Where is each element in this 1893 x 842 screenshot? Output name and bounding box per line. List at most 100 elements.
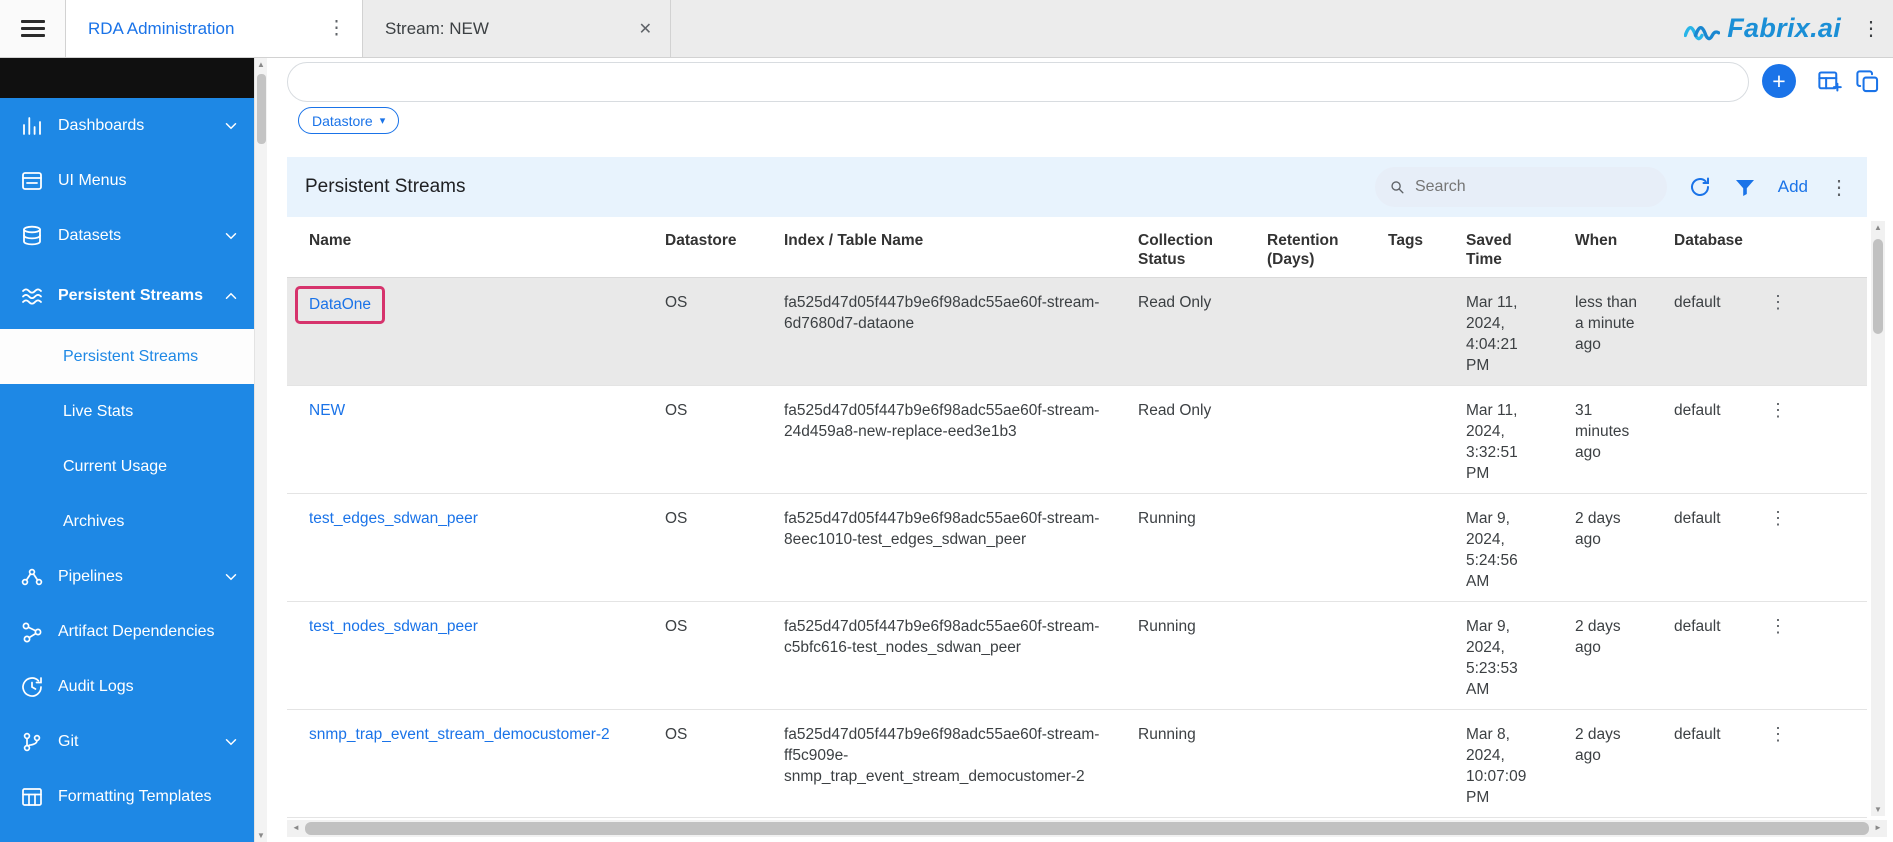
col-header-tags: Tags: [1366, 217, 1444, 278]
cell-retention: [1245, 494, 1366, 602]
cell-when: 31 minutes ago: [1553, 386, 1652, 494]
cell-when: less than a minute ago: [1553, 278, 1652, 386]
stream-waves-icon: [20, 284, 44, 308]
cell-datastore: OS: [643, 494, 762, 602]
table-row[interactable]: DataOne OS fa525d47d05f447b9e6f98adc55ae…: [287, 278, 1867, 386]
tab-more-icon[interactable]: ⋮: [325, 17, 348, 40]
cell-index: fa525d47d05f447b9e6f98adc55ae60f-stream-…: [762, 710, 1116, 818]
row-actions-icon[interactable]: ⋮: [1769, 724, 1787, 744]
vertical-scrollbar-thumb[interactable]: [1873, 239, 1883, 334]
tab-rda-administration[interactable]: RDA Administration ⋮: [66, 0, 363, 57]
cell-datastore: OS: [643, 386, 762, 494]
hamburger-menu-button[interactable]: [0, 0, 66, 57]
stream-name-link[interactable]: snmp_trap_event_stream_democustomer-2: [309, 726, 610, 743]
brand-logo: Fabrix.ai: [1684, 13, 1841, 44]
stream-name-link[interactable]: DataOne: [309, 296, 371, 313]
sidebar-item-persistent-streams[interactable]: Persistent Streams: [0, 263, 254, 329]
panel-search-input[interactable]: [1415, 178, 1653, 196]
col-header-saved-time: Saved Time: [1444, 217, 1553, 278]
pipeline-icon: [20, 565, 44, 589]
cell-index: fa525d47d05f447b9e6f98adc55ae60f-stream-…: [762, 494, 1116, 602]
cell-status: Running: [1116, 602, 1245, 710]
scroll-right-icon[interactable]: ►: [1871, 823, 1885, 832]
search-icon: [1389, 178, 1405, 196]
history-clock-icon: [20, 675, 44, 699]
persistent-streams-panel: Persistent Streams: [287, 157, 1867, 818]
refresh-icon[interactable]: [1688, 175, 1712, 199]
horizontal-scrollbar-thumb[interactable]: [305, 822, 1869, 835]
global-search-input[interactable]: [287, 62, 1749, 102]
sidebar-item-datasets[interactable]: Datasets: [0, 208, 254, 263]
cell-retention: [1245, 386, 1366, 494]
row-actions-icon[interactable]: ⋮: [1769, 616, 1787, 636]
window-more-icon[interactable]: ⋮: [1861, 16, 1881, 41]
table-plus-icon[interactable]: [1816, 68, 1843, 95]
stream-name-link[interactable]: test_edges_sdwan_peer: [309, 510, 478, 527]
filter-icon[interactable]: [1733, 175, 1757, 199]
sidebar-subitem-persistent-streams[interactable]: Persistent Streams: [0, 329, 254, 384]
add-circle-button[interactable]: +: [1762, 64, 1796, 98]
table-horizontal-scrollbar[interactable]: ◄ ►: [287, 820, 1887, 837]
sidebar-item-pipelines[interactable]: Pipelines: [0, 549, 254, 604]
brand-name: Fabrix.ai: [1727, 13, 1841, 44]
cell-database: default: [1652, 278, 1747, 386]
table-row[interactable]: NEW OS fa525d47d05f447b9e6f98adc55ae60f-…: [287, 386, 1867, 494]
main-content: + Datastore ▾ Persistent Streams: [267, 58, 1893, 842]
sidebar-item-ui-menus[interactable]: UI Menus: [0, 153, 254, 208]
copy-icon[interactable]: [1854, 68, 1881, 95]
cell-tags: [1366, 386, 1444, 494]
datastore-filter-chip[interactable]: Datastore ▾: [298, 107, 399, 134]
sidebar-item-audit-logs[interactable]: Audit Logs: [0, 659, 254, 714]
sidebar-item-dashboards[interactable]: Dashboards: [0, 98, 254, 153]
panel-title: Persistent Streams: [305, 176, 466, 198]
add-stream-link[interactable]: Add: [1778, 177, 1808, 197]
table-row[interactable]: test_nodes_sdwan_peer OS fa525d47d05f447…: [287, 602, 1867, 710]
scroll-left-icon[interactable]: ◄: [289, 823, 303, 832]
sidebar-item-git[interactable]: Git: [0, 714, 254, 769]
sidebar-subitem-current-usage[interactable]: Current Usage: [0, 439, 254, 494]
cell-saved-time: Mar 11, 2024, 3:32:51 PM: [1444, 386, 1553, 494]
row-actions-icon[interactable]: ⋮: [1769, 292, 1787, 312]
stream-name-link[interactable]: test_nodes_sdwan_peer: [309, 618, 478, 635]
cell-status: Running: [1116, 494, 1245, 602]
cell-status: Read Only: [1116, 386, 1245, 494]
col-header-when: When: [1553, 217, 1652, 278]
window-icon: [20, 169, 44, 193]
sidebar-subitem-live-stats[interactable]: Live Stats: [0, 384, 254, 439]
sidebar-scrollbar[interactable]: ▲ ▼: [254, 58, 267, 842]
row-actions-icon[interactable]: ⋮: [1769, 508, 1787, 528]
sidebar-item-formatting-templates[interactable]: Formatting Templates: [0, 769, 254, 824]
sidebar-item-artifact-dependencies[interactable]: Artifact Dependencies: [0, 604, 254, 659]
col-header-database: Database: [1652, 217, 1747, 278]
cell-database: default: [1652, 386, 1747, 494]
table-row[interactable]: test_edges_sdwan_peer OS fa525d47d05f447…: [287, 494, 1867, 602]
sidebar-scrollbar-thumb[interactable]: [257, 74, 266, 144]
sidebar-subitem-archives[interactable]: Archives: [0, 494, 254, 549]
panel-more-icon[interactable]: ⋮: [1829, 175, 1849, 200]
link-nodes-icon: [20, 620, 44, 644]
cell-status: Running: [1116, 710, 1245, 818]
cell-status: Read Only: [1116, 278, 1245, 386]
row-actions-icon[interactable]: ⋮: [1769, 400, 1787, 420]
col-header-name: Name: [287, 217, 643, 278]
annotation-box: DataOne: [295, 286, 385, 324]
panel-header: Persistent Streams: [287, 157, 1867, 217]
table-vertical-scrollbar[interactable]: ▲ ▼: [1871, 221, 1885, 816]
cell-saved-time: Mar 9, 2024, 5:24:56 AM: [1444, 494, 1553, 602]
chevron-down-icon: [222, 117, 240, 135]
table-row[interactable]: snmp_trap_event_stream_democustomer-2 OS…: [287, 710, 1867, 818]
database-icon: [20, 224, 44, 248]
cell-when: 2 days ago: [1553, 710, 1652, 818]
chevron-down-icon: [222, 227, 240, 245]
scroll-up-icon[interactable]: ▲: [255, 60, 267, 69]
tab-stream-new[interactable]: Stream: NEW ✕: [363, 0, 671, 57]
stream-name-link[interactable]: NEW: [309, 402, 345, 419]
scroll-down-icon[interactable]: ▼: [1871, 805, 1885, 814]
panel-search[interactable]: [1375, 167, 1667, 207]
cell-database: default: [1652, 710, 1747, 818]
tab-close-icon[interactable]: ✕: [635, 19, 656, 39]
scroll-down-icon[interactable]: ▼: [255, 831, 267, 840]
scroll-up-icon[interactable]: ▲: [1871, 223, 1885, 232]
cell-database: default: [1652, 602, 1747, 710]
cell-saved-time: Mar 11, 2024, 4:04:21 PM: [1444, 278, 1553, 386]
